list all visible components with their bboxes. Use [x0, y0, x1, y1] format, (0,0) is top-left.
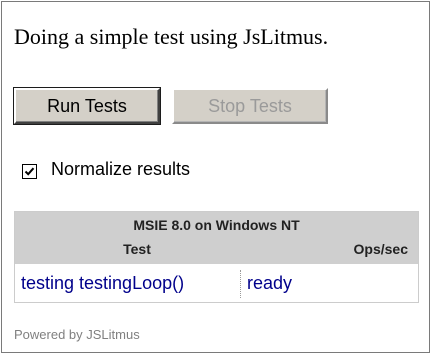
run-tests-button[interactable]: Run Tests [14, 88, 160, 124]
powered-by-label: Powered by JSLitmus [14, 327, 140, 342]
column-header-ops: Ops/sec [353, 241, 408, 257]
platform-label: MSIE 8.0 on Windows NT [133, 217, 300, 233]
cell-divider [240, 270, 241, 298]
check-icon [24, 167, 35, 176]
normalize-label: Normalize results [51, 158, 191, 179]
table-row-test-name[interactable]: testing testingLoop() [21, 264, 184, 302]
jslitmus-panel: Doing a simple test using JsLitmus. Run … [1, 1, 430, 353]
stop-tests-button[interactable]: Stop Tests [172, 88, 328, 124]
results-header: MSIE 8.0 on Windows NT Test Ops/sec [15, 212, 418, 264]
normalize-checkbox[interactable] [22, 163, 37, 179]
table-row-ops-value: ready [247, 273, 293, 293]
normalize-option[interactable]: Normalize results [22, 158, 190, 180]
column-header-test: Test [123, 241, 151, 257]
results-table: MSIE 8.0 on Windows NT Test Ops/sec test… [14, 211, 419, 303]
intro-text: Doing a simple test using JsLitmus. [14, 24, 329, 49]
